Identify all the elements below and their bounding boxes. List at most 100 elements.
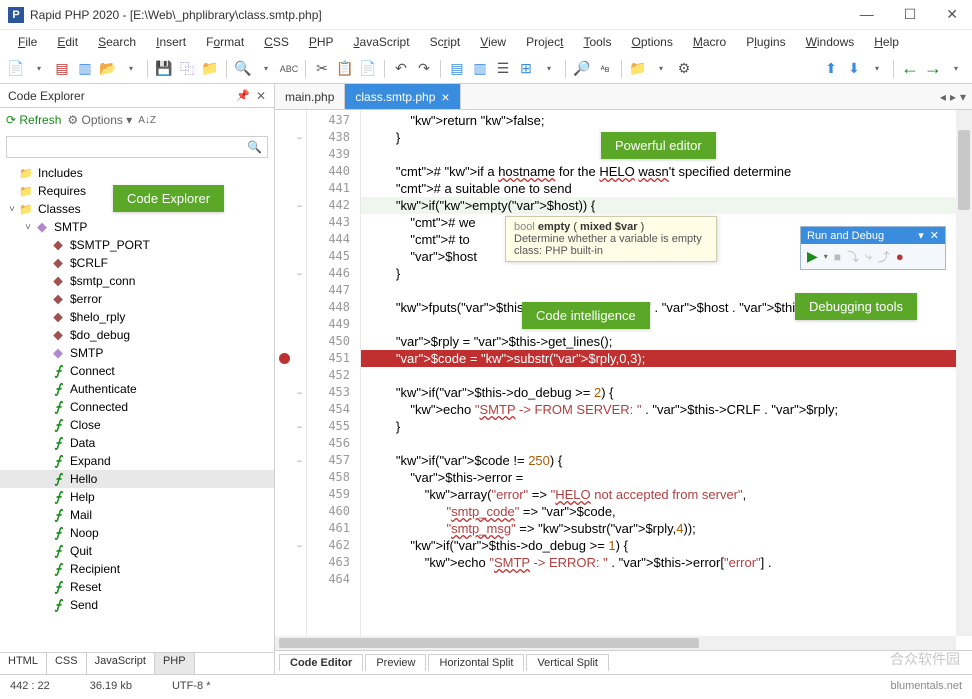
close-panel-icon[interactable]: ✕ [256,89,266,103]
save-icon[interactable]: 💾 [154,59,174,79]
save-all-icon[interactable]: ⿻ [177,59,197,79]
menu-windows[interactable]: Windows [798,33,863,51]
dropdown-icon[interactable]: ▾ [29,59,49,79]
wrap-icon[interactable]: ☰ [493,59,513,79]
menu-php[interactable]: PHP [301,33,342,51]
redo-icon[interactable]: ↷ [414,59,434,79]
bottom-tab-vsplit[interactable]: Vertical Split [526,654,609,671]
spell-icon[interactable]: ABC [279,59,299,79]
tree-includes[interactable]: 📁Includes [0,164,274,182]
minimize-button[interactable]: — [854,6,880,23]
fold-column[interactable]: −−−−−−− [293,110,307,636]
upload-icon[interactable]: ⬆ [821,59,841,79]
menu-options[interactable]: Options [623,33,680,51]
project-icon[interactable]: 📁 [628,59,648,79]
new-icon[interactable]: ▤ [52,59,72,79]
bottom-tab-hsplit[interactable]: Horizontal Split [428,654,524,671]
tree-item[interactable]: ⨍Send [0,596,274,614]
menu-plugins[interactable]: Plugins [738,33,793,51]
menu-view[interactable]: View [472,33,514,51]
dropdown-icon[interactable]: ▾ [121,59,141,79]
indent-icon[interactable]: ▤ [447,59,467,79]
tree-item[interactable]: ⨍Mail [0,506,274,524]
search-input[interactable] [6,136,268,158]
tree-item[interactable]: ⨍Quit [0,542,274,560]
close-debug-icon[interactable]: ✕ [930,229,939,242]
next-tab-icon[interactable]: ▸ [950,90,956,104]
options-button[interactable]: ⚙ Options ▾ [67,113,132,127]
tree-item[interactable]: ⨍Close [0,416,274,434]
tab-menu-icon[interactable]: ▾ [960,90,966,104]
back-icon[interactable]: ← [900,59,920,79]
menu-macro[interactable]: Macro [685,33,734,51]
paste-icon[interactable]: 📄 [358,59,378,79]
find-icon[interactable]: 🔎 [572,59,592,79]
tree-item[interactable]: ⨍Hello [0,470,274,488]
code-view[interactable]: −−−−−−− 43743843944044144244344444544644… [275,110,972,636]
tree-item[interactable]: ⬥$CRLF [0,254,274,272]
breakpoint-margin[interactable] [275,110,293,636]
menu-file[interactable]: File [10,33,45,51]
open-folder-icon[interactable]: 📂 [98,59,118,79]
refresh-button[interactable]: ⟳ Refresh [6,113,61,127]
tree-item[interactable]: ⨍Noop [0,524,274,542]
find-replace-icon[interactable]: ᴬʙ [595,59,615,79]
new-file-icon[interactable]: 📄 [6,59,26,79]
close-tab-icon[interactable]: × [441,89,449,105]
sort-button[interactable]: A↓Z [138,115,156,126]
dropdown-icon[interactable]: ▾ [946,59,966,79]
maximize-button[interactable]: ☐ [898,6,923,23]
tree-item[interactable]: ⨍Authenticate [0,380,274,398]
record-icon[interactable]: ● [896,249,904,264]
vertical-scrollbar[interactable] [956,110,972,636]
horizontal-scrollbar[interactable] [275,636,956,650]
download-icon[interactable]: ⬇ [844,59,864,79]
step-out-icon[interactable]: ⤴ [878,248,890,265]
menu-search[interactable]: Search [90,33,144,51]
dropdown-icon[interactable]: ▾ [824,252,828,261]
prev-tab-icon[interactable]: ◂ [940,90,946,104]
debug-panel[interactable]: Run and Debug ▾ ✕ ▶ ▾ ■ ⤵ ⤷ ⤴ ● [800,226,946,270]
tree-item[interactable]: ⨍Help [0,488,274,506]
search-icon[interactable]: 🔍 [233,59,253,79]
tree-item[interactable]: ◆SMTP [0,344,274,362]
menu-css[interactable]: CSS [256,33,297,51]
menu-help[interactable]: Help [866,33,907,51]
outdent-icon[interactable]: ▥ [470,59,490,79]
dropdown-icon[interactable]: ▾ [256,59,276,79]
tree-smtp[interactable]: ˅◆SMTP [0,218,274,236]
menu-insert[interactable]: Insert [148,33,194,51]
copy-icon[interactable]: 📋 [335,59,355,79]
tree-item[interactable]: ⬥$SMTP_PORT [0,236,274,254]
tree-item[interactable]: ⬥$helo_rply [0,308,274,326]
menu-project[interactable]: Project [518,33,571,51]
tree-item[interactable]: ⨍Expand [0,452,274,470]
forward-icon[interactable]: → [923,59,943,79]
tree-item[interactable]: ⨍Reset [0,578,274,596]
undo-icon[interactable]: ↶ [391,59,411,79]
play-icon[interactable]: ▶ [807,248,818,265]
stop-icon[interactable]: ■ [834,250,841,264]
bottom-tab-preview[interactable]: Preview [365,654,426,671]
tab-main[interactable]: main.php [275,84,345,109]
pin-icon[interactable]: 📌 [236,89,250,102]
menu-format[interactable]: Format [198,33,252,51]
sidebar-tab-html[interactable]: HTML [0,653,47,674]
dropdown-icon[interactable]: ▾ [867,59,887,79]
menu-javascript[interactable]: JavaScript [346,33,418,51]
tree-item[interactable]: ⨍Data [0,434,274,452]
bottom-tab-editor[interactable]: Code Editor [279,654,363,671]
tree-item[interactable]: ⨍Recipient [0,560,274,578]
sidebar-tab-php[interactable]: PHP [155,653,195,674]
dropdown-icon[interactable]: ▾ [651,59,671,79]
gear-icon[interactable]: ⚙ [674,59,694,79]
step-into-icon[interactable]: ⤷ [865,249,872,264]
close-button[interactable]: ✕ [940,6,964,23]
menu-script[interactable]: Script [422,33,469,51]
template-icon[interactable]: ▥ [75,59,95,79]
save-as-icon[interactable]: 📁 [200,59,220,79]
menu-edit[interactable]: Edit [49,33,86,51]
step-over-icon[interactable]: ⤵ [847,248,859,265]
tree-item[interactable]: ⬥$smtp_conn [0,272,274,290]
tree-item[interactable]: ⬥$do_debug [0,326,274,344]
